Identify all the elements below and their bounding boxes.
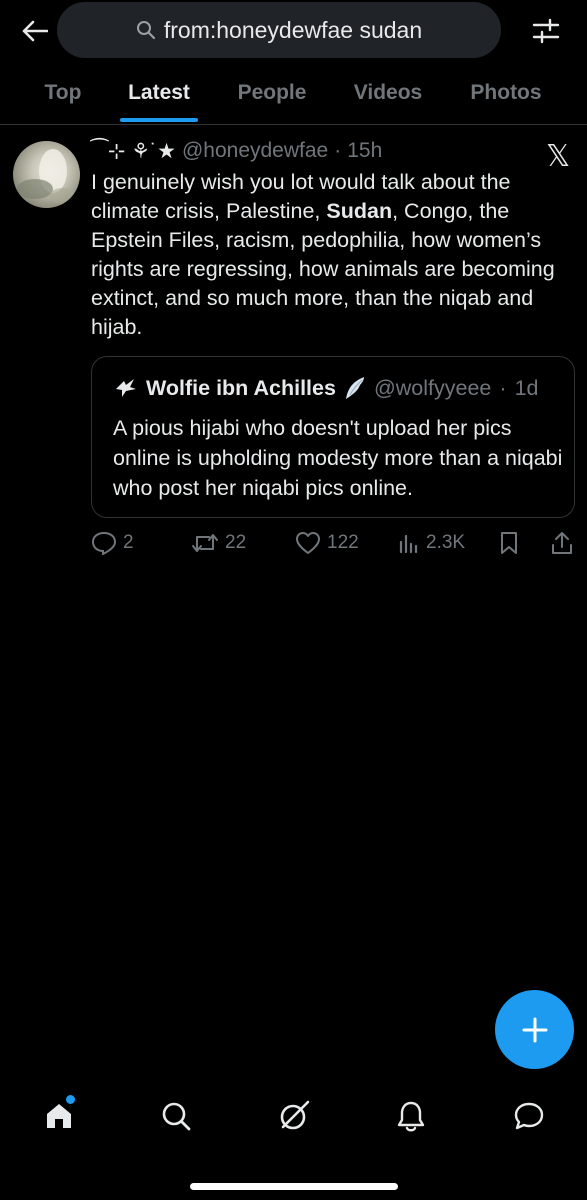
avatar[interactable] <box>13 141 80 208</box>
search-tabs: Top Latest People Videos Photos <box>0 62 587 125</box>
arrow-left-icon <box>22 20 48 42</box>
search-icon <box>162 1102 191 1131</box>
home-icon <box>47 1104 71 1128</box>
nav-search[interactable] <box>146 1080 206 1152</box>
search-query: from:honeydewfae sudan <box>163 16 423 43</box>
search-input[interactable]: from:honeydewfae sudan <box>57 2 501 58</box>
chat-bubble-icon <box>514 1102 544 1130</box>
display-name[interactable]: ⁀⊹ ⚘˙★ <box>91 139 176 164</box>
search-icon <box>136 21 155 40</box>
top-bar: from:honeydewfae sudan <box>0 0 587 62</box>
bar-chart-icon <box>399 534 418 554</box>
tweet-actions: 2 22 122 2.3K <box>91 528 577 558</box>
home-indicator <box>190 1183 398 1190</box>
reply-button[interactable]: 2 <box>91 528 134 558</box>
reply-icon <box>91 531 117 555</box>
tweet-text: I genuinely wish you lot would talk abou… <box>91 168 571 342</box>
share-icon <box>552 532 572 554</box>
repost-button[interactable]: 22 <box>191 528 246 558</box>
quote-text: A pious hijabi who doesn't upload her pi… <box>113 416 563 500</box>
sliders-icon <box>532 18 560 44</box>
wing-icon <box>345 377 364 399</box>
separator-dot: · <box>334 139 342 162</box>
bookmark-icon <box>501 532 517 554</box>
view-count: 2.3K <box>426 532 466 553</box>
nav-messages[interactable] <box>499 1080 559 1152</box>
timestamp[interactable]: 15h <box>347 139 382 163</box>
repost-count: 22 <box>225 532 247 553</box>
like-button[interactable]: 122 <box>295 528 359 558</box>
quote-timestamp: 1d <box>514 375 539 400</box>
active-tab-indicator <box>120 118 198 122</box>
plus-icon <box>522 1017 547 1042</box>
separator-dot: · <box>499 375 507 400</box>
tweet-text-highlight: Sudan <box>326 199 393 223</box>
back-button[interactable] <box>18 14 52 48</box>
tab-top[interactable]: Top <box>30 62 96 124</box>
home-unread-dot <box>66 1095 75 1104</box>
nav-home[interactable] <box>29 1080 89 1152</box>
bottom-navigation <box>0 1080 587 1152</box>
tab-people[interactable]: People <box>224 62 320 124</box>
bookmark-button[interactable] <box>499 528 519 558</box>
grok-icon <box>280 1100 310 1130</box>
heart-icon <box>296 532 320 554</box>
quoted-tweet[interactable]: Wolfie ibn Achilles @wolfyyeee · 1d A pi… <box>91 356 575 518</box>
nav-grok[interactable] <box>264 1080 324 1152</box>
quote-display-name[interactable]: Wolfie ibn Achilles <box>146 376 336 401</box>
tab-photos[interactable]: Photos <box>455 62 557 124</box>
repost-icon <box>192 534 218 552</box>
tab-latest[interactable]: Latest <box>116 62 202 124</box>
bell-icon <box>397 1101 425 1132</box>
tab-videos[interactable]: Videos <box>340 62 436 124</box>
like-count: 122 <box>327 532 359 553</box>
compose-button[interactable] <box>495 990 574 1069</box>
quote-avatar-icon <box>116 379 136 397</box>
nav-notifications[interactable] <box>381 1080 441 1152</box>
quote-user-handle[interactable]: @wolfyyeee <box>374 376 491 401</box>
search-filter-button[interactable] <box>529 14 563 48</box>
avatar-image <box>17 149 77 204</box>
share-button[interactable] <box>551 528 573 558</box>
user-handle[interactable]: @honeydewfae <box>182 139 328 163</box>
reply-count: 2 <box>123 532 134 553</box>
views-button[interactable]: 2.3K <box>398 528 465 558</box>
